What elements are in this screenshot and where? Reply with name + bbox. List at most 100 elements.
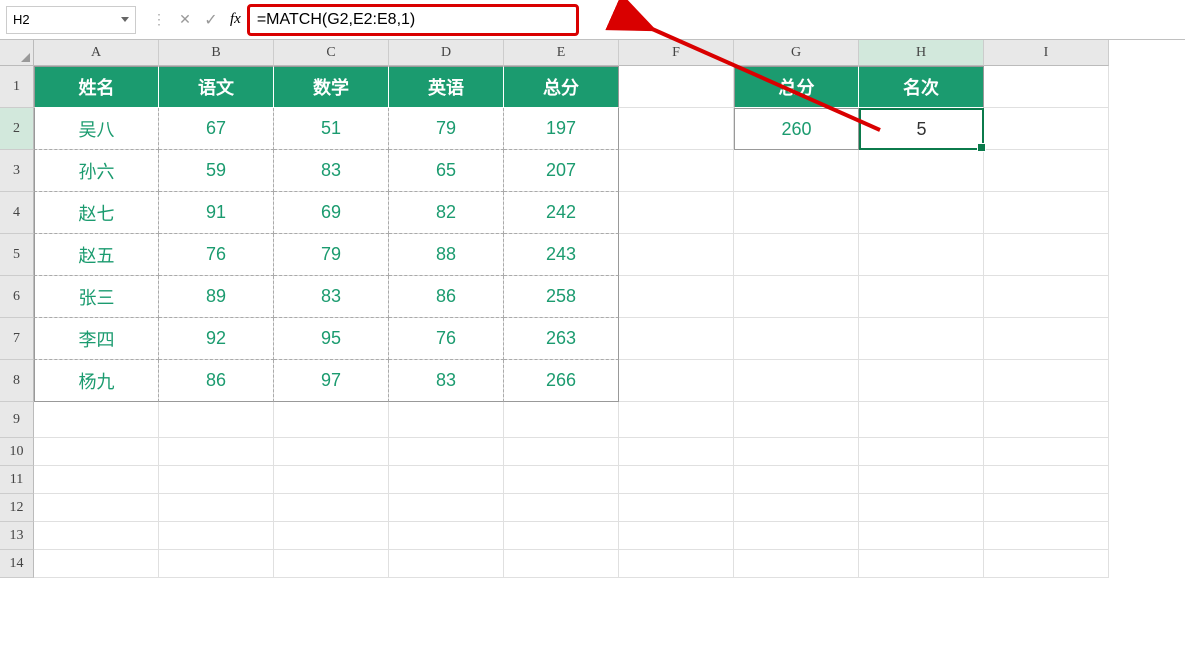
data-cell[interactable]: 83	[274, 276, 389, 318]
empty-cell[interactable]	[504, 494, 619, 522]
empty-cell[interactable]	[984, 466, 1109, 494]
row-header-14[interactable]: 14	[0, 550, 34, 578]
data-cell[interactable]: 207	[504, 150, 619, 192]
empty-cell[interactable]	[389, 438, 504, 466]
empty-cell[interactable]	[984, 522, 1109, 550]
lookup-header[interactable]: 总分	[734, 66, 859, 108]
row-header-6[interactable]: 6	[0, 276, 34, 318]
empty-cell[interactable]	[619, 192, 734, 234]
data-cell[interactable]: 69	[274, 192, 389, 234]
row-header-8[interactable]: 8	[0, 360, 34, 402]
table-header[interactable]: 总分	[504, 66, 619, 108]
table-header[interactable]: 姓名	[34, 66, 159, 108]
row-header-2[interactable]: 2	[0, 108, 34, 150]
empty-cell[interactable]	[504, 466, 619, 494]
empty-cell[interactable]	[859, 522, 984, 550]
empty-cell[interactable]	[34, 550, 159, 578]
row-header-12[interactable]: 12	[0, 494, 34, 522]
empty-cell[interactable]	[859, 402, 984, 438]
data-cell[interactable]: 92	[159, 318, 274, 360]
empty-cell[interactable]	[619, 108, 734, 150]
col-header-E[interactable]: E	[504, 40, 619, 66]
col-header-G[interactable]: G	[734, 40, 859, 66]
empty-cell[interactable]	[984, 108, 1109, 150]
empty-cell[interactable]	[274, 402, 389, 438]
table-header[interactable]: 语文	[159, 66, 274, 108]
empty-cell[interactable]	[619, 318, 734, 360]
empty-cell[interactable]	[734, 438, 859, 466]
empty-cell[interactable]	[159, 438, 274, 466]
data-cell[interactable]: 59	[159, 150, 274, 192]
empty-cell[interactable]	[619, 360, 734, 402]
row-header-1[interactable]: 1	[0, 66, 34, 108]
empty-cell[interactable]	[34, 494, 159, 522]
empty-cell[interactable]	[984, 66, 1109, 108]
col-header-A[interactable]: A	[34, 40, 159, 66]
col-header-I[interactable]: I	[984, 40, 1109, 66]
empty-cell[interactable]	[984, 402, 1109, 438]
empty-cell[interactable]	[619, 438, 734, 466]
empty-cell[interactable]	[34, 522, 159, 550]
empty-cell[interactable]	[859, 192, 984, 234]
formula-input[interactable]	[247, 6, 1179, 34]
empty-cell[interactable]	[984, 550, 1109, 578]
empty-cell[interactable]	[619, 550, 734, 578]
col-header-C[interactable]: C	[274, 40, 389, 66]
empty-cell[interactable]	[389, 550, 504, 578]
data-cell[interactable]: 242	[504, 192, 619, 234]
row-header-10[interactable]: 10	[0, 438, 34, 466]
empty-cell[interactable]	[504, 522, 619, 550]
data-cell[interactable]: 76	[389, 318, 504, 360]
empty-cell[interactable]	[159, 522, 274, 550]
row-header-13[interactable]: 13	[0, 522, 34, 550]
empty-cell[interactable]	[984, 494, 1109, 522]
empty-cell[interactable]	[159, 494, 274, 522]
empty-cell[interactable]	[859, 150, 984, 192]
row-header-4[interactable]: 4	[0, 192, 34, 234]
empty-cell[interactable]	[504, 402, 619, 438]
empty-cell[interactable]	[274, 494, 389, 522]
data-cell[interactable]: 97	[274, 360, 389, 402]
data-cell[interactable]: 83	[274, 150, 389, 192]
data-cell[interactable]: 65	[389, 150, 504, 192]
empty-cell[interactable]	[619, 150, 734, 192]
col-header-D[interactable]: D	[389, 40, 504, 66]
fx-label[interactable]: fx	[230, 11, 241, 28]
empty-cell[interactable]	[619, 276, 734, 318]
data-cell[interactable]: 266	[504, 360, 619, 402]
empty-cell[interactable]	[504, 550, 619, 578]
table-header[interactable]: 数学	[274, 66, 389, 108]
empty-cell[interactable]	[619, 66, 734, 108]
empty-cell[interactable]	[159, 466, 274, 494]
name-box[interactable]: H2	[6, 6, 136, 34]
col-header-H[interactable]: H	[859, 40, 984, 66]
data-cell[interactable]: 孙六	[34, 150, 159, 192]
empty-cell[interactable]	[734, 466, 859, 494]
empty-cell[interactable]	[159, 402, 274, 438]
data-cell[interactable]: 86	[389, 276, 504, 318]
data-cell[interactable]: 263	[504, 318, 619, 360]
empty-cell[interactable]	[34, 466, 159, 494]
empty-cell[interactable]	[619, 494, 734, 522]
empty-cell[interactable]	[859, 234, 984, 276]
empty-cell[interactable]	[389, 522, 504, 550]
data-cell[interactable]: 吴八	[34, 108, 159, 150]
empty-cell[interactable]	[274, 550, 389, 578]
empty-cell[interactable]	[274, 466, 389, 494]
empty-cell[interactable]	[34, 438, 159, 466]
data-cell[interactable]: 95	[274, 318, 389, 360]
empty-cell[interactable]	[734, 550, 859, 578]
row-header-11[interactable]: 11	[0, 466, 34, 494]
empty-cell[interactable]	[984, 438, 1109, 466]
data-cell[interactable]: 79	[389, 108, 504, 150]
empty-cell[interactable]	[734, 360, 859, 402]
data-cell[interactable]: 82	[389, 192, 504, 234]
data-cell[interactable]: 79	[274, 234, 389, 276]
lookup-value[interactable]: 260	[734, 108, 859, 150]
data-cell[interactable]: 91	[159, 192, 274, 234]
data-cell[interactable]: 赵七	[34, 192, 159, 234]
empty-cell[interactable]	[734, 150, 859, 192]
col-header-B[interactable]: B	[159, 40, 274, 66]
empty-cell[interactable]	[619, 466, 734, 494]
select-all-corner[interactable]	[0, 40, 34, 66]
